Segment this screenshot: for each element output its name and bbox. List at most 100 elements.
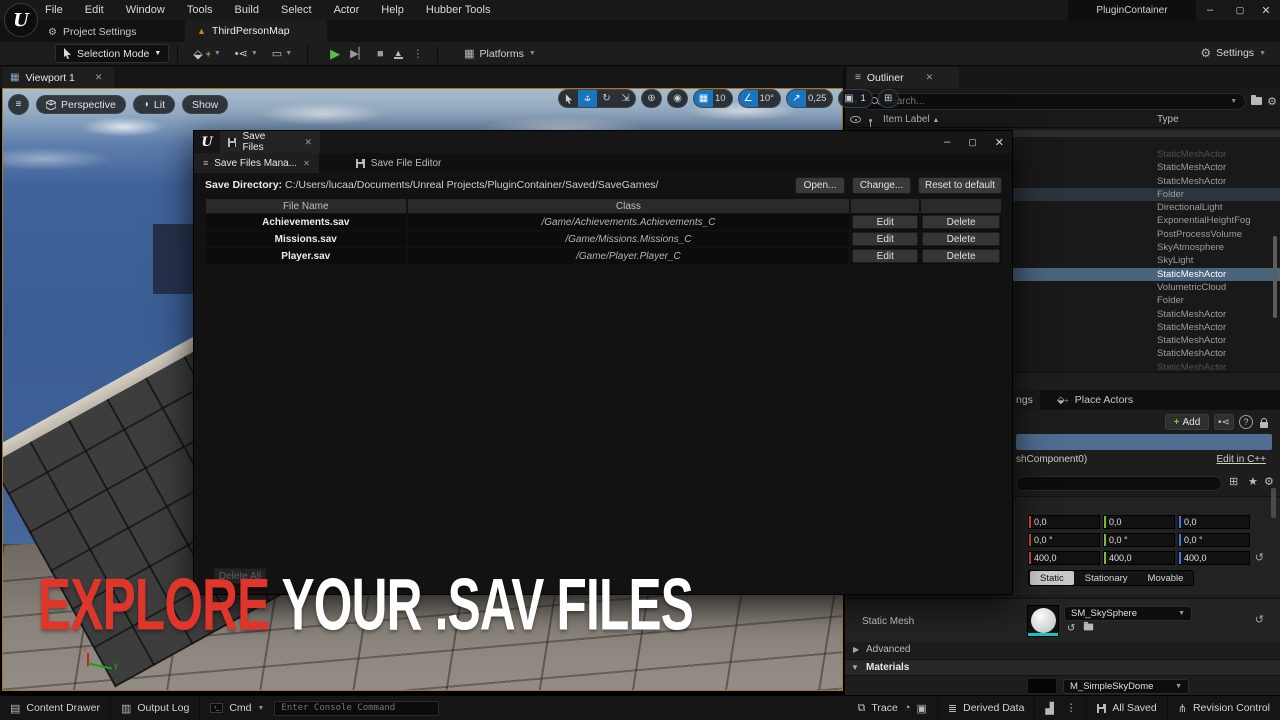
menu-actor[interactable]: Actor: [334, 4, 360, 16]
details-settings-gear-icon[interactable]: ⚙: [1264, 475, 1274, 488]
grid-snap-value[interactable]: 10: [713, 93, 732, 104]
reset-scale-icon[interactable]: ↺: [1255, 551, 1264, 564]
scale-snap-toggle[interactable]: ↗: [787, 89, 806, 108]
window-minimize-icon[interactable]: –: [944, 136, 950, 148]
output-log-button[interactable]: ▥ Output Log: [111, 696, 200, 720]
help-button[interactable]: ?: [1239, 415, 1253, 429]
kebab-icon[interactable]: ⋮: [1066, 702, 1077, 714]
subtab-close-icon[interactable]: ✕: [303, 159, 310, 168]
viewport-menu-button[interactable]: ≡: [8, 94, 29, 115]
rotation-snap-value[interactable]: 10°: [758, 93, 780, 104]
scale-snap-value[interactable]: 0,25: [806, 93, 833, 104]
outliner-tab[interactable]: ≡ Outliner ✕: [847, 67, 959, 88]
grid-snap-toggle[interactable]: ▦: [694, 89, 713, 108]
snapshot-icon[interactable]: ▣: [917, 702, 927, 715]
open-button[interactable]: Open...: [795, 177, 845, 194]
delete-button[interactable]: Delete: [922, 232, 1000, 246]
mobility-stationary[interactable]: Stationary: [1075, 571, 1138, 585]
display-filter-icon[interactable]: ⊞: [1229, 475, 1238, 488]
location-y-field[interactable]: 0,0: [1103, 515, 1175, 529]
outliner-search-input[interactable]: [884, 96, 1225, 107]
search-options-chevron-icon[interactable]: ▼: [1230, 98, 1237, 105]
selection-mode-dropdown[interactable]: Selection Mode ▼: [55, 44, 169, 63]
quad-view-button[interactable]: ⊞: [879, 89, 898, 108]
static-mesh-thumbnail[interactable]: [1027, 605, 1059, 637]
rotation-y-field[interactable]: 0,0 °: [1103, 533, 1175, 547]
delete-button[interactable]: Delete: [922, 215, 1000, 229]
scale-tool-button[interactable]: ⇲: [616, 89, 635, 108]
material-thumbnail[interactable]: [1027, 678, 1057, 694]
tab-project-settings[interactable]: ⚙ Project Settings: [48, 22, 137, 42]
table-row[interactable]: Player.sav /Game/Player.Player_C Edit De…: [206, 248, 1001, 264]
save-files-doc-tab[interactable]: Save Files ✕: [220, 131, 320, 153]
lock-button[interactable]: [1257, 414, 1271, 430]
scale-y-field[interactable]: 400,0: [1103, 551, 1175, 565]
platforms-dropdown[interactable]: ▦ Platforms ▼: [464, 47, 536, 60]
surface-snapping-button[interactable]: ◉: [668, 89, 687, 108]
visibility-eye-icon[interactable]: [850, 116, 861, 123]
perf-graph-button[interactable]: ▟ ⋮: [1035, 696, 1087, 720]
rotation-x-field[interactable]: 0,0 °: [1028, 533, 1100, 547]
delete-button[interactable]: Delete: [922, 249, 1000, 263]
all-saved-button[interactable]: All Saved: [1087, 696, 1167, 720]
column-item-label[interactable]: Item Label ▲: [883, 114, 939, 125]
menu-hubber-tools[interactable]: Hubber Tools: [426, 4, 491, 16]
tab-place-actors[interactable]: ⬙+ Place Actors: [1057, 390, 1133, 410]
viewport-tab-close-icon[interactable]: ✕: [95, 72, 103, 83]
play-button[interactable]: ▶: [330, 46, 340, 62]
selected-component-bar[interactable]: [1016, 434, 1272, 450]
mobility-static[interactable]: Static: [1030, 571, 1074, 585]
scale-x-field[interactable]: 400,0: [1028, 551, 1100, 565]
edit-button[interactable]: Edit: [852, 232, 918, 246]
create-folder-icon[interactable]: [1251, 97, 1262, 105]
menu-select[interactable]: Select: [281, 4, 312, 16]
window-maximize-icon[interactable]: ▢: [968, 137, 977, 148]
blueprints-dropdown[interactable]: •⋖▼: [235, 47, 258, 60]
change-button[interactable]: Change...: [852, 177, 911, 194]
trace-button[interactable]: ⧉ Trace ◔ ▣: [848, 696, 938, 720]
camera-speed-button[interactable]: ▣: [839, 89, 858, 108]
derived-data-button[interactable]: ≣ Derived Data: [938, 696, 1036, 720]
save-window-titlebar[interactable]: U Save Files ✕ – ▢ ✕: [194, 131, 1012, 153]
lit-dropdown[interactable]: ◑ Lit: [133, 95, 175, 114]
details-search-input[interactable]: [1016, 476, 1222, 491]
mobility-movable[interactable]: Movable: [1138, 571, 1194, 585]
viewport-tab[interactable]: ▦ Viewport 1 ✕: [2, 67, 114, 88]
rotation-z-field[interactable]: 0,0 °: [1178, 533, 1250, 547]
world-space-button[interactable]: ⊕: [642, 89, 661, 108]
column-file-name[interactable]: File Name: [206, 199, 406, 213]
add-component-button[interactable]: + Add: [1165, 414, 1209, 430]
outliner-tab-close-icon[interactable]: ✕: [926, 72, 934, 83]
menu-build[interactable]: Build: [235, 4, 259, 16]
revision-control-button[interactable]: ⋔ Revision Control: [1168, 696, 1280, 720]
table-row[interactable]: Achievements.sav /Game/Achievements.Achi…: [206, 214, 1001, 230]
reset-static-mesh-icon[interactable]: ↺: [1255, 613, 1264, 626]
add-actor-dropdown[interactable]: ⬙+▼: [193, 47, 220, 61]
close-button[interactable]: ✕: [1252, 0, 1280, 20]
scale-z-field[interactable]: 400,0: [1178, 551, 1250, 565]
content-drawer-button[interactable]: ▤ Content Drawer: [0, 696, 111, 720]
reset-to-default-button[interactable]: Reset to default: [918, 177, 1002, 194]
static-mesh-dropdown[interactable]: SM_SkySphere▼: [1064, 606, 1192, 621]
settings-dropdown[interactable]: ⚙ Settings ▼: [1200, 46, 1266, 60]
eject-button[interactable]: ▲: [394, 49, 403, 59]
window-close-icon[interactable]: ✕: [995, 136, 1004, 149]
rotate-tool-button[interactable]: ↻: [597, 89, 616, 108]
material-dropdown[interactable]: M_SimpleSkyDome▼: [1063, 679, 1189, 694]
edit-button[interactable]: Edit: [852, 249, 918, 263]
menu-file[interactable]: File: [45, 4, 63, 16]
pin-icon[interactable]: [869, 119, 872, 122]
browse-to-asset-icon[interactable]: [1083, 623, 1094, 634]
component-name-fragment[interactable]: shComponent0): [1016, 454, 1087, 465]
minimize-button[interactable]: –: [1196, 0, 1224, 20]
play-skip-button[interactable]: ▶▏: [350, 47, 367, 60]
menu-window[interactable]: Window: [126, 4, 165, 16]
materials-header-row[interactable]: ▼ Materials: [845, 659, 1280, 676]
camera-speed-value[interactable]: 1: [858, 93, 871, 104]
edit-in-cpp-link[interactable]: Edit in C++: [1217, 454, 1266, 465]
cinematics-dropdown[interactable]: ▭▼: [272, 47, 292, 60]
console-command-input[interactable]: [274, 701, 439, 716]
cmd-dropdown[interactable]: ›_ Cmd ▼: [200, 696, 274, 720]
outliner-scrollbar[interactable]: [1273, 236, 1277, 318]
tab-save-files-manager[interactable]: ≡ Save Files Mana... ✕: [194, 153, 319, 173]
